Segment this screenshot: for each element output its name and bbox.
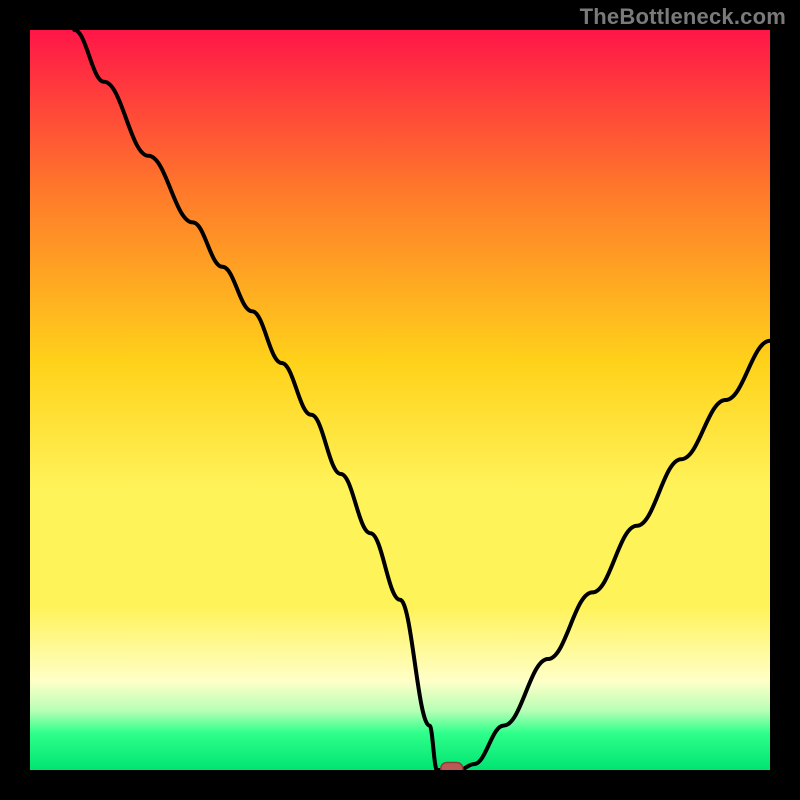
- watermark-text: TheBottleneck.com: [580, 4, 786, 30]
- chart-frame: TheBottleneck.com: [0, 0, 800, 800]
- bottleneck-chart: [30, 30, 770, 770]
- gradient-background: [30, 30, 770, 770]
- optimal-marker: [441, 763, 463, 771]
